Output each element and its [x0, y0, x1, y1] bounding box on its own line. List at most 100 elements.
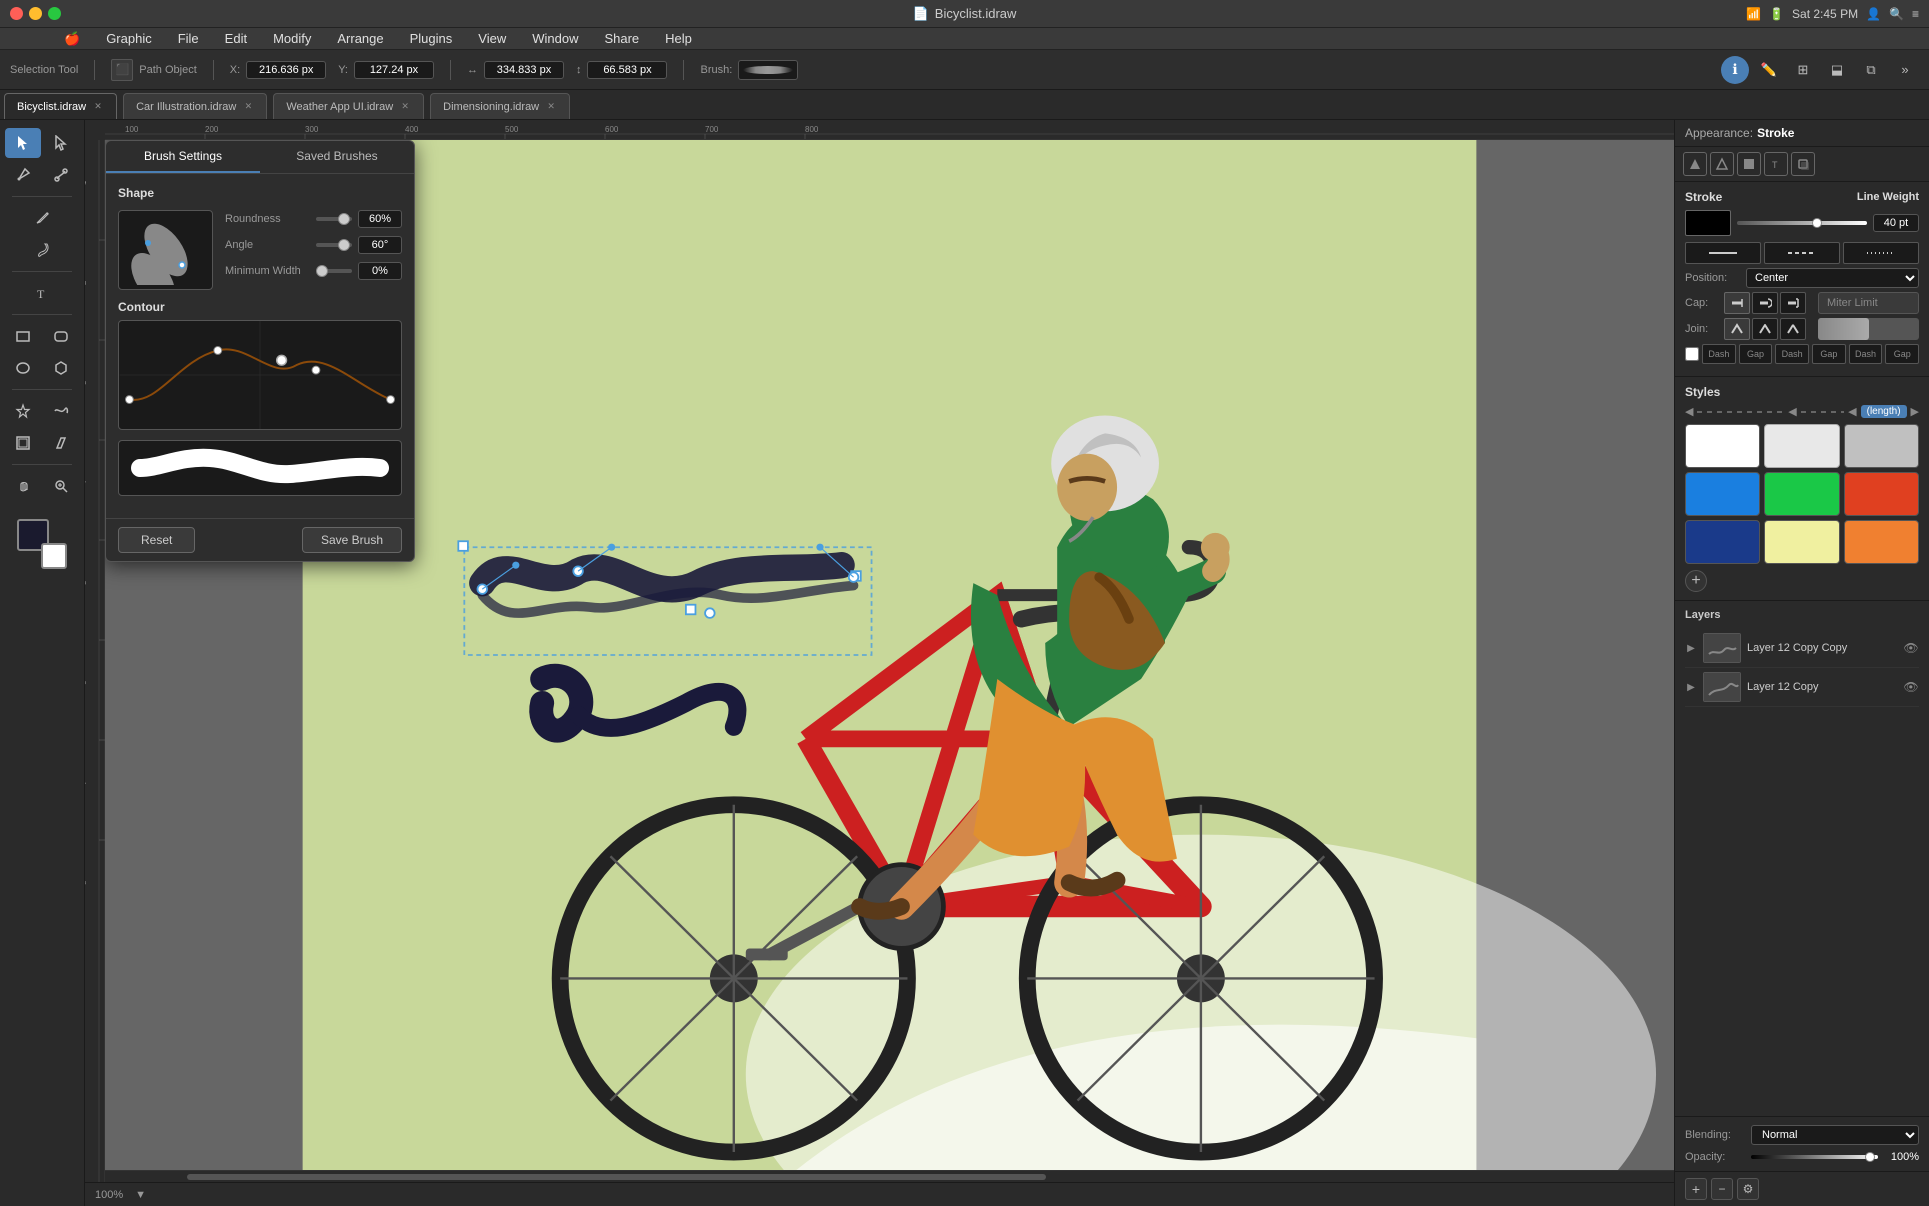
style-swatch-orange[interactable] [1844, 520, 1919, 564]
freeform-tool[interactable] [43, 396, 79, 426]
roundness-value[interactable]: 60% [358, 210, 402, 228]
menu-help[interactable]: Help [661, 29, 696, 48]
selection-tool[interactable] [5, 128, 41, 158]
hand-tool[interactable] [5, 471, 41, 501]
cap-round-btn[interactable] [1752, 292, 1778, 314]
stroke-icon[interactable] [1710, 152, 1734, 176]
pencil-icon-btn[interactable]: ✏️ [1755, 56, 1783, 84]
height-value[interactable]: 66.583 px [587, 61, 667, 79]
menu-view[interactable]: View [474, 29, 510, 48]
line-weight-thumb[interactable] [1812, 218, 1822, 228]
arrange-icon-btn[interactable]: ⬓ [1823, 56, 1851, 84]
style-swatch-lightgray[interactable] [1764, 424, 1839, 468]
position-select[interactable]: Center Inside Outside [1746, 268, 1919, 288]
settings-layer-button[interactable]: ⚙ [1737, 1178, 1759, 1200]
zoom-arrow[interactable]: ▼ [135, 1189, 146, 1201]
reset-button[interactable]: Reset [118, 527, 195, 553]
opacity-slider[interactable] [1751, 1155, 1878, 1159]
style-swatch-gray[interactable] [1844, 424, 1919, 468]
x-value[interactable]: 216.636 px [246, 61, 326, 79]
tab-dimensioning-close[interactable]: ✕ [545, 101, 557, 113]
ellipse-tool[interactable] [5, 353, 41, 383]
stroke-fill-icon[interactable] [1683, 152, 1707, 176]
blending-select[interactable]: Normal Multiply Screen Overlay [1751, 1125, 1919, 1145]
layers-icon-btn[interactable]: ⧉ [1857, 56, 1885, 84]
min-width-value[interactable]: 0% [358, 262, 402, 280]
angle-slider[interactable] [316, 243, 352, 247]
close-button[interactable] [10, 7, 23, 20]
tab-car-close[interactable]: ✕ [242, 101, 254, 113]
text-style-icon[interactable]: T [1764, 152, 1788, 176]
menu-modify[interactable]: Modify [269, 29, 315, 48]
layer-2-expand[interactable]: ▶ [1685, 681, 1697, 693]
traffic-lights[interactable] [10, 7, 61, 20]
menu-arrange[interactable]: Arrange [333, 29, 387, 48]
tab-dimensioning[interactable]: Dimensioning.idraw ✕ [430, 93, 570, 119]
menu-file[interactable]: File [174, 29, 203, 48]
pen-tool[interactable] [5, 160, 41, 190]
add-style-button[interactable]: + [1685, 570, 1707, 592]
info-icon-btn[interactable]: ℹ [1721, 56, 1749, 84]
saved-brushes-tab[interactable]: Saved Brushes [260, 141, 414, 173]
contour-editor[interactable] [118, 320, 402, 430]
stroke-color-swatch[interactable] [1685, 210, 1731, 236]
node-tool[interactable] [43, 160, 79, 190]
tab-car[interactable]: Car Illustration.idraw ✕ [123, 93, 267, 119]
apple-menu[interactable]: 🍎 [60, 29, 84, 49]
expand-icon-btn[interactable]: » [1891, 56, 1919, 84]
grid-icon-btn[interactable]: ⊞ [1789, 56, 1817, 84]
brush-tool[interactable] [24, 235, 60, 265]
join-bevel-btn[interactable] [1780, 318, 1806, 340]
min-width-slider[interactable] [316, 269, 352, 273]
background-color[interactable] [41, 543, 67, 569]
search-icon[interactable]: 🔍 [1889, 7, 1904, 21]
color-swatch-container[interactable] [17, 519, 67, 569]
miter-slider[interactable] [1818, 318, 1919, 340]
add-layer-button[interactable]: + [1685, 1178, 1707, 1200]
rounded-rect-tool[interactable] [43, 321, 79, 351]
gap-2-box[interactable]: Gap [1812, 344, 1846, 364]
shadow-icon[interactable] [1791, 152, 1815, 176]
angle-value[interactable]: 60° [358, 236, 402, 254]
direct-select-tool[interactable] [43, 128, 79, 158]
tab-weather-close[interactable]: ✕ [399, 101, 411, 113]
width-value[interactable]: 334.833 px [484, 61, 564, 79]
scroll-thumb[interactable] [187, 1174, 1046, 1180]
cap-butt-btn[interactable] [1724, 292, 1750, 314]
dash-2-box[interactable]: Dash [1775, 344, 1809, 364]
angle-thumb[interactable] [338, 239, 350, 251]
roundness-thumb[interactable] [338, 213, 350, 225]
stroke-dashed-btn[interactable] [1764, 242, 1840, 264]
star-tool[interactable] [5, 396, 41, 426]
opacity-thumb[interactable] [1865, 1152, 1875, 1162]
dash-checkbox-1[interactable] [1685, 347, 1699, 361]
canvas-wrapper[interactable]: Brush Settings Saved Brushes Shape [105, 140, 1674, 1182]
stroke-dotted-btn[interactable] [1843, 242, 1919, 264]
control-center-icon[interactable]: ≡ [1912, 7, 1919, 21]
layer-1-visibility[interactable]: 👁 [1903, 640, 1919, 656]
menu-graphic[interactable]: Graphic [102, 29, 156, 48]
gap-3-box[interactable]: Gap [1885, 344, 1919, 364]
join-round-btn[interactable] [1752, 318, 1778, 340]
save-brush-button[interactable]: Save Brush [302, 527, 402, 553]
layer-item-1[interactable]: ▶ Layer 12 Copy Copy 👁 [1685, 629, 1919, 668]
layer-2-visibility[interactable]: 👁 [1903, 679, 1919, 695]
style-swatch-dark-blue[interactable] [1685, 520, 1760, 564]
roundness-slider[interactable] [316, 217, 352, 221]
style-swatch-red-orange[interactable] [1844, 472, 1919, 516]
dash-3-box[interactable]: Dash [1849, 344, 1883, 364]
rect-tool[interactable] [5, 321, 41, 351]
y-value[interactable]: 127.24 px [354, 61, 434, 79]
text-tool[interactable]: T [24, 278, 60, 308]
brush-preview[interactable] [738, 60, 798, 80]
delete-layer-button[interactable]: − [1711, 1178, 1733, 1200]
menu-share[interactable]: Share [600, 29, 643, 48]
tab-bicyclist-close[interactable]: ✕ [92, 101, 104, 113]
dash-1-box[interactable]: Dash [1702, 344, 1736, 364]
style-swatch-white[interactable] [1685, 424, 1760, 468]
menu-window[interactable]: Window [528, 29, 582, 48]
maximize-button[interactable] [48, 7, 61, 20]
line-weight-value[interactable]: 40 pt [1873, 214, 1919, 232]
join-miter-btn[interactable] [1724, 318, 1750, 340]
menu-plugins[interactable]: Plugins [406, 29, 457, 48]
